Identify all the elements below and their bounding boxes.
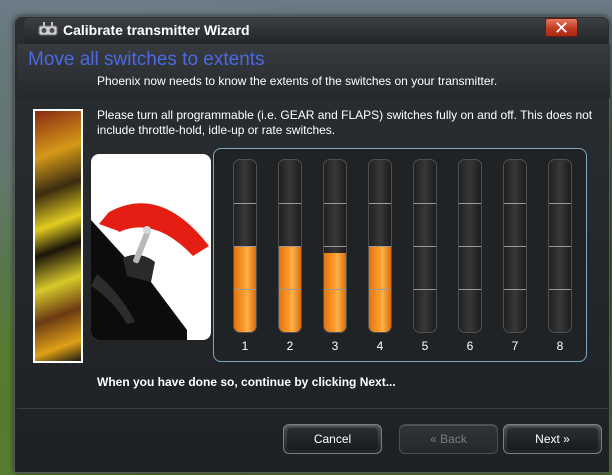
- channel-label: 3: [331, 339, 339, 353]
- channel-meter-4: [368, 159, 392, 333]
- switch-illustration: [91, 154, 211, 340]
- channel-meter-6: [458, 159, 482, 333]
- channel-tick: [459, 246, 481, 247]
- channel-level-fill: [324, 253, 346, 332]
- channel-meter-1: [233, 159, 257, 333]
- footer-separator: [17, 408, 610, 409]
- channel-meter-8: [548, 159, 572, 333]
- channel-tick: [549, 246, 571, 247]
- page-title: Move all switches to extents: [28, 49, 265, 70]
- channel-tick: [504, 246, 526, 247]
- channel-tick: [279, 203, 301, 204]
- channel-label: 1: [241, 339, 249, 353]
- channel-meter-7: [503, 159, 527, 333]
- channel-label: 2: [286, 339, 294, 353]
- next-label: Next »: [535, 432, 570, 446]
- wizard-icon: [38, 21, 58, 39]
- channel-tick: [459, 289, 481, 290]
- channel-tick: [414, 289, 436, 290]
- close-button[interactable]: ✕: [545, 18, 578, 37]
- channel-tick: [414, 246, 436, 247]
- channel-tick: [369, 246, 391, 247]
- channel-tick: [324, 246, 346, 247]
- channel-tick: [324, 203, 346, 204]
- channel-tick: [504, 289, 526, 290]
- cancel-label: Cancel: [313, 432, 352, 446]
- channel-meter-3: [323, 159, 347, 333]
- next-button[interactable]: Next »: [503, 424, 602, 454]
- channel-meter-2: [278, 159, 302, 333]
- description-instructions: Please turn all programmable (i.e. GEAR …: [97, 108, 593, 137]
- channel-meter-panel: [213, 148, 587, 362]
- channel-tick: [324, 289, 346, 290]
- channel-tick: [549, 203, 571, 204]
- channel-label: 5: [421, 339, 429, 353]
- channel-tick: [279, 289, 301, 290]
- channel-tick: [369, 289, 391, 290]
- channel-tick: [279, 246, 301, 247]
- channel-tick: [459, 203, 481, 204]
- channel-tick: [369, 203, 391, 204]
- channel-meter-5: [413, 159, 437, 333]
- channel-label: 7: [511, 339, 519, 353]
- cancel-button[interactable]: Cancel: [283, 424, 382, 454]
- channel-tick: [414, 203, 436, 204]
- channel-label: 4: [376, 339, 384, 353]
- channel-tick: [504, 203, 526, 204]
- continue-instruction: When you have done so, continue by click…: [97, 375, 396, 389]
- window-title: Calibrate transmitter Wizard: [63, 22, 250, 38]
- back-label: « Back: [430, 432, 467, 446]
- channel-tick: [234, 203, 256, 204]
- channel-label: 6: [466, 339, 474, 353]
- channel-label: 8: [556, 339, 564, 353]
- description-intro: Phoenix now needs to know the extents of…: [97, 74, 498, 88]
- channel-tick: [234, 289, 256, 290]
- close-icon: ✕: [553, 17, 570, 38]
- channel-tick: [549, 289, 571, 290]
- channel-tick: [234, 246, 256, 247]
- side-banner-image: [33, 109, 83, 363]
- back-button[interactable]: « Back: [399, 424, 498, 454]
